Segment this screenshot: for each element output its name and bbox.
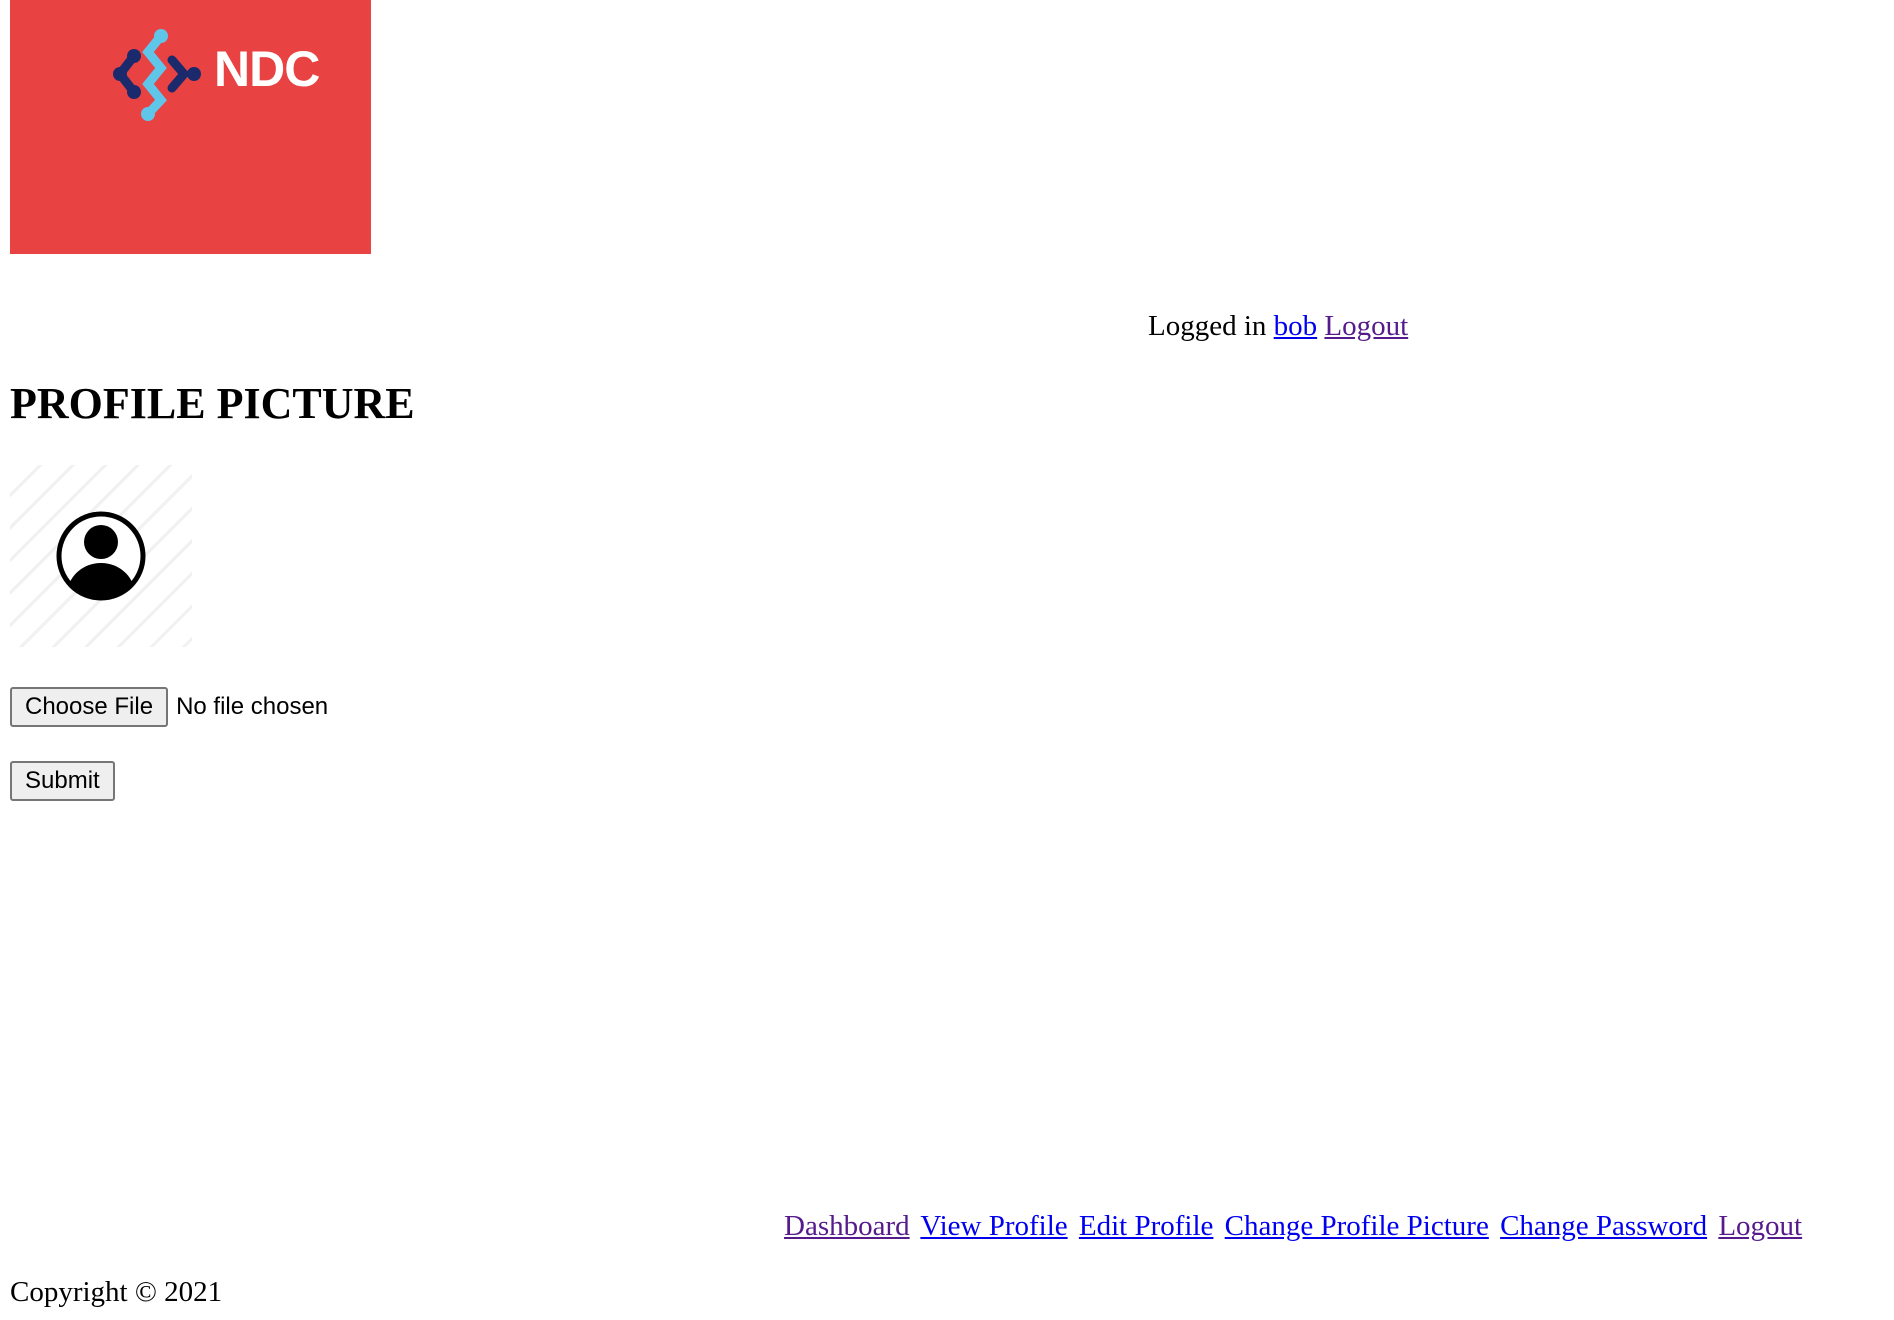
copyright: Copyright © 2021 (10, 1276, 223, 1308)
footer-nav: Dashboard View Profile Edit Profile Chan… (784, 1208, 1806, 1244)
choose-file-button[interactable]: Choose File (10, 687, 169, 727)
logged-in-label: Logged in (1148, 310, 1267, 342)
logo-text: NDC (214, 41, 320, 97)
footer-link-dashboard[interactable]: Dashboard (784, 1210, 910, 1242)
footer-link-logout[interactable]: Logout (1718, 1210, 1802, 1242)
footer-link-edit-profile[interactable]: Edit Profile (1079, 1210, 1214, 1242)
page-title: PROFILE PICTURE (10, 379, 415, 428)
molecule-icon (113, 29, 201, 121)
login-status: Logged in bob Logout (1148, 308, 1408, 344)
user-avatar-icon (56, 511, 146, 601)
file-status: No file chosen (176, 693, 329, 720)
file-input: Choose File No file chosen (10, 687, 328, 727)
footer-link-change-profile-picture[interactable]: Change Profile Picture (1225, 1210, 1489, 1242)
submit-button[interactable]: Submit (10, 761, 115, 801)
ndc-logo: NDC (10, 0, 371, 254)
page: NDC Logged in bob Logout PROFILE PICTURE… (0, 0, 1894, 1320)
username-link[interactable]: bob (1274, 310, 1318, 342)
header-logout-link[interactable]: Logout (1324, 310, 1408, 342)
profile-picture (10, 465, 192, 647)
footer-link-view-profile[interactable]: View Profile (920, 1210, 1067, 1242)
footer-link-change-password[interactable]: Change Password (1500, 1210, 1707, 1242)
